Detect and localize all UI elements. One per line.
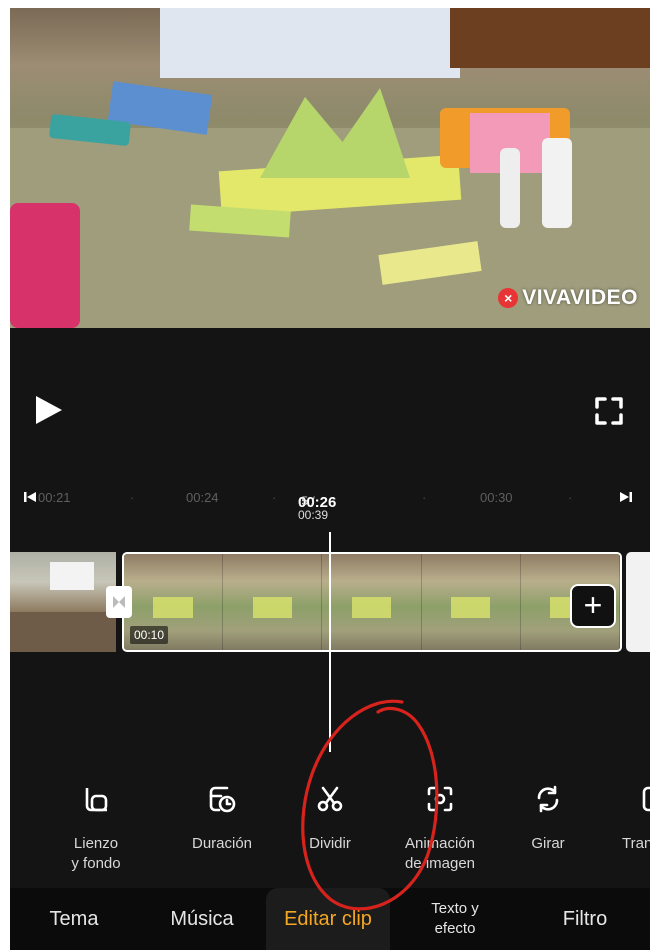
playhead[interactable] <box>329 532 331 752</box>
ruler-mark-1: 00:21 <box>38 490 71 505</box>
watermark[interactable]: × VIVAVIDEO <box>498 286 638 310</box>
ruler-dot: · <box>568 490 573 505</box>
animation-icon <box>427 786 453 812</box>
scissors-icon <box>317 786 343 812</box>
current-time-total: .5 / 00:39 <box>298 494 329 522</box>
clip-frame <box>223 554 323 650</box>
rotate-icon <box>537 785 559 813</box>
bottom-nav: Tema Música Editar clip Texto y efecto F… <box>10 888 650 950</box>
transition-icon[interactable] <box>106 586 132 618</box>
tool-rotate[interactable]: Girar <box>498 784 598 854</box>
tool-canvas[interactable]: Lienzo y fondo <box>46 784 146 874</box>
tab-text-effect[interactable]: Texto y efecto <box>390 888 520 950</box>
jump-end-icon[interactable] <box>620 491 632 503</box>
jump-start-icon[interactable] <box>24 491 36 503</box>
tool-label: Girar <box>531 835 565 852</box>
tab-filter[interactable]: Filtro <box>520 888 650 950</box>
duration-icon <box>209 786 236 813</box>
tab-theme[interactable]: Tema <box>10 888 138 950</box>
tool-label: Animación de imagen <box>404 835 476 872</box>
fullscreen-icon[interactable] <box>594 396 624 426</box>
video-preview[interactable]: × VIVAVIDEO <box>10 8 650 328</box>
classroom-screen <box>50 562 94 590</box>
timeline-ruler[interactable]: 00:21 · 00:24 · 00:26 .5 / 00:39 · 00:30… <box>10 482 650 522</box>
transform-icon <box>642 786 650 812</box>
classroom-desks <box>10 612 116 652</box>
clip-frame <box>421 554 521 650</box>
ruler-dot: · <box>272 490 277 505</box>
canvas-icon <box>85 788 108 812</box>
play-icon[interactable] <box>36 396 62 424</box>
ruler-dot: · <box>130 490 135 505</box>
tool-transform[interactable]: Tran <box>598 784 650 854</box>
ruler-mark-2: 00:24 <box>186 490 219 505</box>
selected-clip[interactable]: 00:10 <box>122 552 622 652</box>
previous-clip-thumbnail[interactable] <box>10 552 116 652</box>
clip-frame <box>322 554 422 650</box>
preview-furniture <box>450 8 650 68</box>
preview-glue-bottle-2 <box>542 138 572 228</box>
watermark-remove-icon[interactable]: × <box>498 288 519 308</box>
preview-pink-bottle <box>10 203 80 328</box>
watermark-text: VIVAVIDEO <box>522 286 638 309</box>
tool-label: Duración <box>191 835 253 852</box>
tool-duration[interactable]: Duración <box>172 784 272 854</box>
preview-glue-bottle <box>500 148 520 228</box>
ruler-mark-3: 00:30 <box>480 490 513 505</box>
tab-music[interactable]: Música <box>138 888 266 950</box>
tool-label: Dividir <box>309 835 351 852</box>
tool-image-animation[interactable]: Animación de imagen <box>390 784 490 874</box>
clip-duration: 00:10 <box>130 626 169 644</box>
add-clip-button[interactable]: + <box>570 584 616 628</box>
next-clip-thumbnail[interactable] <box>626 552 650 652</box>
video-editor-app: × VIVAVIDEO 00:21 · 00:24 · 00:26 .5 / 0… <box>10 8 650 950</box>
preview-shirt <box>160 8 460 78</box>
tab-edit-clip[interactable]: Editar clip <box>266 888 390 950</box>
ruler-dot: · <box>422 490 427 505</box>
tool-label: Tran <box>622 835 650 852</box>
tool-split[interactable]: Dividir <box>280 784 380 854</box>
tool-label: Lienzo y fondo <box>71 835 121 872</box>
